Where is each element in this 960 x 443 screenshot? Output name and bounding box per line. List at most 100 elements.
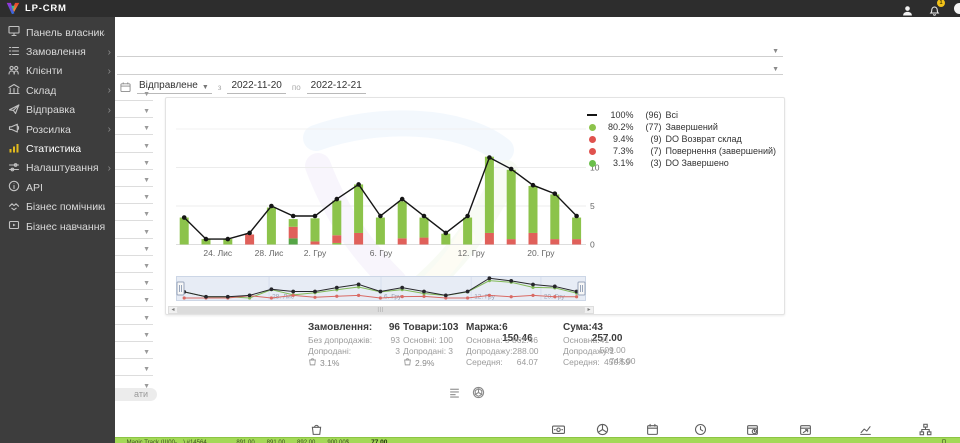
- chevron-down-icon: ▼: [143, 263, 150, 270]
- side-filter-select[interactable]: ▼: [115, 154, 153, 170]
- svg-text:2. Гру: 2. Гру: [304, 248, 327, 258]
- sidebar-item-label: Клієнти: [26, 65, 62, 77]
- legend-percent: 80.2%: [601, 122, 633, 132]
- legend-item[interactable]: 80.2%(77)Завершений: [587, 121, 776, 133]
- navigator-handle[interactable]: [177, 282, 184, 295]
- bell-icon[interactable]: 1: [929, 3, 940, 14]
- scrollbar-grip: |||: [378, 307, 385, 313]
- legend-item[interactable]: 100%(96)Всі: [587, 109, 776, 121]
- logo-v-icon: [6, 2, 20, 15]
- legend-label: DO Завершено: [665, 158, 728, 168]
- legend-item[interactable]: 3.1% (3) DO Завершено: [587, 157, 776, 169]
- toggle-products-icon[interactable]: [472, 386, 486, 400]
- top-filter-select-1[interactable]: ▼: [117, 43, 783, 57]
- side-filter-select[interactable]: ▼: [115, 326, 153, 342]
- navigator-handle[interactable]: [578, 282, 585, 295]
- sidebar-item-statistics[interactable]: Статистика: [0, 139, 115, 158]
- legend-item[interactable]: 7.3%(7)Повернення (завершений): [587, 145, 776, 157]
- side-filter-select[interactable]: ▼: [115, 137, 153, 153]
- side-filter-select[interactable]: ▼: [115, 360, 153, 376]
- legend-marker: [587, 114, 597, 116]
- date-from-input[interactable]: 2022-11-20: [227, 80, 285, 94]
- side-filter-select[interactable]: ▼: [115, 205, 153, 221]
- from-label: з: [218, 83, 222, 94]
- legend-percent: 100%: [601, 110, 633, 120]
- sidebar-item-owner-panel[interactable]: Панель власника: [0, 23, 115, 42]
- statistics-chart-card: 051024. Лис28. Лис2. Гру6. Гру12. Гру20.…: [165, 97, 785, 315]
- stat-sub-value: 288.00: [513, 346, 539, 357]
- side-filter-select[interactable]: ▼: [115, 223, 153, 239]
- chevron-down-icon: ▼: [143, 366, 150, 373]
- chevron-down-icon: ▼: [143, 315, 150, 322]
- top-filter-select-2[interactable]: ▼: [117, 61, 783, 75]
- chart-navigator[interactable]: 28. Лис6. Гру12. Гру20. Гру: [176, 274, 586, 304]
- sitemap-icon[interactable]: [919, 423, 932, 436]
- mailing-icon: [8, 122, 20, 137]
- legend-marker: [587, 148, 597, 155]
- side-filter-select[interactable]: ▼: [115, 102, 153, 118]
- stat-sub-label: Допродажу:: [466, 346, 513, 357]
- stat-column: Маржа:6 150.46Основна:5 862.46Допродажу:…: [466, 322, 538, 368]
- side-filter-select[interactable]: ▼: [115, 119, 153, 135]
- scrollbar-thumb[interactable]: |||: [177, 307, 585, 313]
- sidebar-item-business-helpers[interactable]: Бізнес помічники: [0, 198, 115, 217]
- sidebar-item-business-training[interactable]: Бізнес навчання: [0, 217, 115, 236]
- calendar-time-icon[interactable]: [746, 423, 759, 436]
- side-filter-select[interactable]: ▼: [115, 291, 153, 307]
- side-filter-select[interactable]: ▼: [115, 257, 153, 273]
- side-filter-select[interactable]: ▼: [115, 309, 153, 325]
- sidebar-item-label: Статистика: [26, 143, 81, 155]
- calendar-arrow-icon[interactable]: [799, 423, 812, 436]
- stat-sub-value: 100: [439, 335, 453, 346]
- chevron-down-icon: ▼: [202, 84, 209, 91]
- chart-icon[interactable]: [859, 423, 872, 436]
- toggle-table-icon[interactable]: [448, 386, 462, 400]
- legend-count: (3): [637, 158, 661, 168]
- training-icon: [8, 219, 20, 234]
- scroll-right-icon[interactable]: ▸: [585, 307, 593, 313]
- chevron-down-icon: ▼: [143, 246, 150, 253]
- side-filter-select[interactable]: ▼: [115, 343, 153, 359]
- legend-percent: 7.3%: [601, 146, 633, 156]
- upsell-percent: 3.1%: [320, 358, 339, 368]
- sidebar-item-warehouse[interactable]: Склад›: [0, 81, 115, 100]
- clock-icon[interactable]: [694, 423, 707, 436]
- stat-sub-label: Основна:: [563, 335, 600, 346]
- sidebar-item-settings[interactable]: Налаштування›: [0, 159, 115, 178]
- chevron-down-icon: ▼: [143, 280, 150, 287]
- side-filter-select[interactable]: ▼: [115, 188, 153, 204]
- legend-percent: 3.1%: [601, 158, 633, 168]
- sidebar-item-api[interactable]: API: [0, 178, 115, 197]
- calendar-icon[interactable]: [646, 423, 659, 436]
- sidebar-item-orders[interactable]: Замовлення›: [0, 42, 115, 61]
- banknote-icon[interactable]: [552, 423, 565, 436]
- bag-icon: [308, 357, 317, 368]
- side-filter-select[interactable]: ▼: [115, 171, 153, 187]
- legend-item[interactable]: 9.4%(9)DO Возврат склад: [587, 133, 776, 145]
- bag-icon[interactable]: [310, 423, 323, 436]
- scroll-left-icon[interactable]: ◂: [169, 307, 177, 313]
- sidebar-item-clients[interactable]: Клієнти›: [0, 62, 115, 81]
- logo-text: LP-CRM: [25, 3, 67, 14]
- date-filter-bar: Відправлене ▼ з 2022-11-20 по 2022-12-21: [120, 78, 366, 94]
- table-row[interactable]: … Magic Track (Щ00-…) #14564 … 891.00 89…: [115, 437, 960, 443]
- chart-scrollbar[interactable]: ◂ ||| ▸: [168, 306, 594, 314]
- side-filter-select[interactable]: ▼: [115, 274, 153, 290]
- date-to-input[interactable]: 2022-12-21: [307, 80, 366, 94]
- chevron-down-icon: ▼: [143, 229, 150, 236]
- stat-sub-label: Допродані:: [308, 346, 351, 357]
- chevron-down-icon: ▼: [143, 177, 150, 184]
- chevron-down-icon: ▼: [143, 194, 150, 201]
- chevron-right-icon: ›: [108, 105, 111, 116]
- legend-count: (77): [637, 122, 661, 132]
- dashboard-icon: [8, 25, 20, 40]
- logo[interactable]: LP-CRM: [6, 2, 67, 15]
- legend-marker: [587, 124, 597, 131]
- package-icon[interactable]: [596, 423, 609, 436]
- edge-partial-icon[interactable]: [954, 3, 960, 14]
- sidebar-item-mailing[interactable]: Розсилка›: [0, 120, 115, 139]
- side-filter-select[interactable]: ▼: [115, 85, 153, 101]
- side-filter-select[interactable]: ▼: [115, 240, 153, 256]
- user-icon[interactable]: [902, 3, 913, 14]
- sidebar-item-shipping[interactable]: Відправка›: [0, 101, 115, 120]
